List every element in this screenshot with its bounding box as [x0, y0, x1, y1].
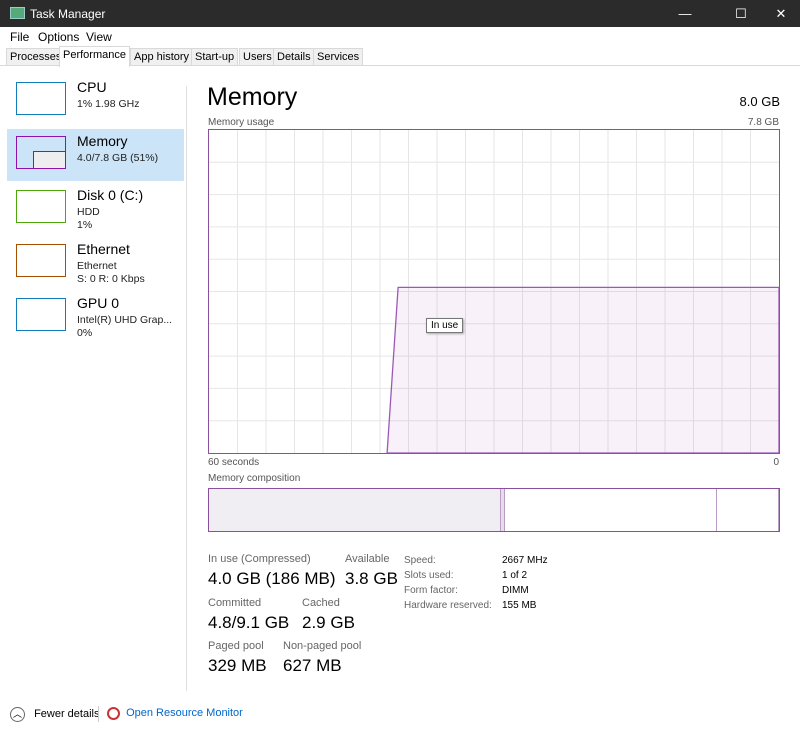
- memory-usage-chart: [209, 130, 780, 454]
- sidebar-item-detail2: 0%: [77, 327, 93, 339]
- stat-label: Paged pool: [208, 640, 264, 652]
- stat-value: 2.9 GB: [302, 613, 355, 632]
- thumbnail-graph: [16, 244, 66, 277]
- tab-app-history[interactable]: App history: [130, 48, 194, 66]
- sidebar-item-memory[interactable]: Memory 4.0/7.8 GB (51%): [7, 129, 184, 181]
- close-button[interactable]: ✕: [758, 0, 800, 27]
- chevron-up-icon: ︿: [10, 707, 25, 722]
- composition-standby[interactable]: [504, 489, 717, 531]
- window-title: Task Manager: [30, 7, 106, 21]
- sidebar-item-detail2: 1%: [77, 219, 93, 231]
- open-resource-monitor-label: Open Resource Monitor: [126, 707, 243, 720]
- time-left: 60 seconds: [208, 457, 260, 468]
- detail-value: 1 of 2: [502, 570, 528, 581]
- tab-performance[interactable]: Performance: [59, 46, 130, 67]
- sidebar-item-detail: Ethernet: [77, 260, 117, 272]
- memory-usage-line: [386, 286, 780, 454]
- stat-label: Cached: [302, 597, 340, 609]
- page-title: Memory: [207, 83, 298, 111]
- stat-value: 4.8/9.1 GB: [208, 613, 290, 632]
- stat-value: 3.8 GB: [345, 569, 398, 588]
- fewer-details-button[interactable]: ︿ Fewer details: [10, 707, 99, 722]
- sidebar-item-name: Ethernet: [77, 241, 130, 257]
- open-resource-monitor-link[interactable]: Open Resource Monitor: [107, 707, 243, 720]
- thumbnail-graph: [16, 190, 66, 223]
- sidebar-item-detail: Intel(R) UHD Grap...: [77, 314, 173, 326]
- stat-label: Available: [345, 553, 390, 565]
- detail-value: DIMM: [502, 585, 529, 596]
- detail-value: 2667 MHz: [502, 555, 548, 566]
- memory-usage-graph: In use: [208, 129, 780, 454]
- stat-value: 627 MB: [283, 656, 342, 675]
- sidebar-item-detail: 4.0/7.8 GB (51%): [77, 152, 159, 164]
- fewer-details-label: Fewer details: [34, 708, 100, 721]
- composition-in-use[interactable]: [209, 489, 502, 531]
- sidebar-item-detail: 1% 1.98 GHz: [77, 98, 140, 110]
- composition-free[interactable]: [716, 489, 779, 531]
- menu-file[interactable]: File: [10, 30, 29, 44]
- stat-label: Committed: [208, 597, 262, 609]
- task-manager-icon: [10, 7, 25, 19]
- sidebar-item-detail: HDD: [77, 206, 100, 218]
- tab-services[interactable]: Services: [313, 48, 364, 66]
- thumbnail-graph: [16, 298, 66, 331]
- tab-users[interactable]: Users: [239, 48, 276, 66]
- tab-startup[interactable]: Start-up: [191, 48, 239, 66]
- detail-key: Hardware reserved:: [404, 600, 492, 611]
- usage-max: 7.8 GB: [747, 117, 779, 128]
- sidebar-item-name: Disk 0 (C:): [77, 187, 144, 203]
- minimize-button[interactable]: —: [662, 0, 708, 27]
- sidebar-item-gpu[interactable]: GPU 0 Intel(R) UHD Grap... 0%: [7, 291, 184, 343]
- detail-key: Form factor:: [404, 585, 458, 596]
- detail-key: Speed:: [404, 555, 436, 566]
- tooltip: In use: [426, 318, 464, 333]
- menu-view[interactable]: View: [86, 30, 112, 44]
- tab-bar: Processes Performance App history Start-…: [0, 46, 800, 67]
- sidebar-item-disk[interactable]: Disk 0 (C:) HDD 1%: [7, 183, 184, 235]
- sidebar-item-name: Memory: [77, 133, 128, 149]
- time-right: 0: [773, 457, 779, 468]
- sidebar-item-name: GPU 0: [77, 295, 120, 311]
- sidebar-item-ethernet[interactable]: Ethernet Ethernet S: 0 R: 0 Kbps: [7, 237, 184, 289]
- detail-key: Slots used:: [404, 570, 454, 581]
- tab-details[interactable]: Details: [273, 48, 315, 66]
- sidebar-item-name: CPU: [77, 79, 107, 95]
- sidebar-item-cpu[interactable]: CPU 1% 1.98 GHz: [7, 75, 184, 127]
- title-bar: Task Manager — ☐ ✕: [0, 0, 800, 27]
- resource-monitor-icon: [107, 707, 120, 720]
- memory-composition-bar: [208, 488, 780, 532]
- divider: [98, 706, 99, 722]
- divider: [186, 86, 187, 691]
- usage-label: Memory usage: [208, 117, 275, 128]
- composition-label: Memory composition: [208, 473, 301, 484]
- stat-label: In use (Compressed): [208, 553, 311, 565]
- stat-value: 4.0 GB (186 MB): [208, 569, 336, 588]
- stat-value: 329 MB: [208, 656, 267, 675]
- stat-label: Non-paged pool: [283, 640, 362, 652]
- sidebar-item-detail2: S: 0 R: 0 Kbps: [77, 273, 145, 285]
- detail-value: 155 MB: [502, 600, 537, 611]
- thumbnail-graph: [16, 136, 66, 169]
- tab-processes[interactable]: Processes: [6, 48, 66, 66]
- menu-bar: File Options View: [0, 27, 800, 46]
- thumbnail-graph: [16, 82, 66, 115]
- total-memory: 8.0 GB: [739, 94, 780, 109]
- menu-options[interactable]: Options: [38, 30, 79, 44]
